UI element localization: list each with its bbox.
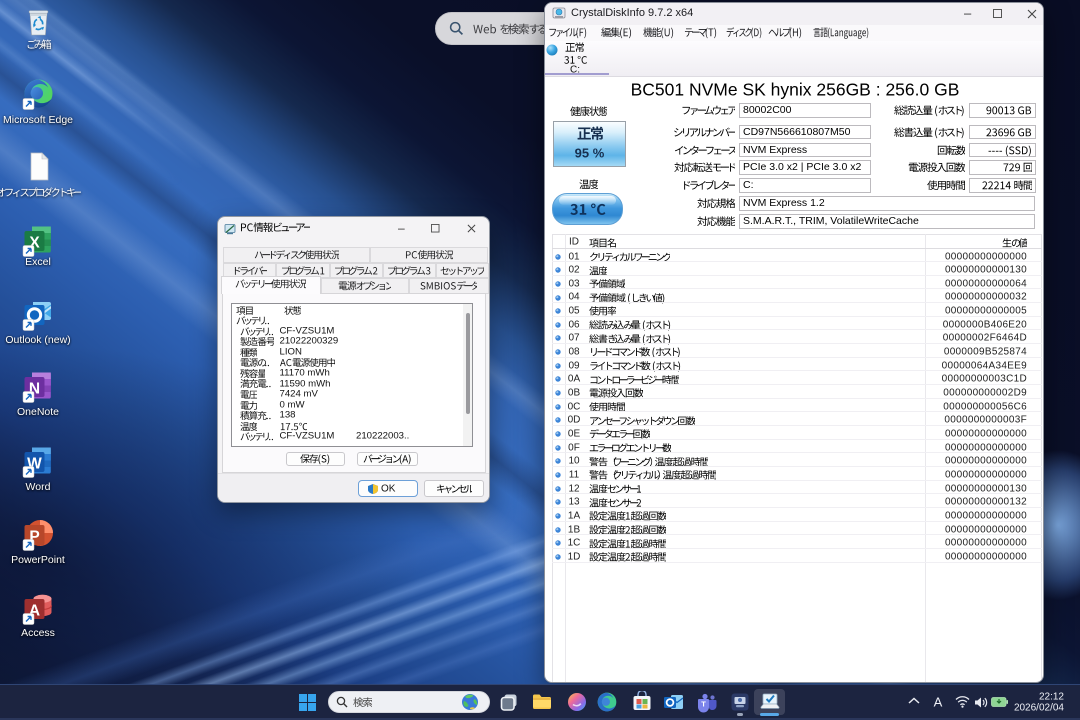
- svg-text:T: T: [701, 700, 706, 709]
